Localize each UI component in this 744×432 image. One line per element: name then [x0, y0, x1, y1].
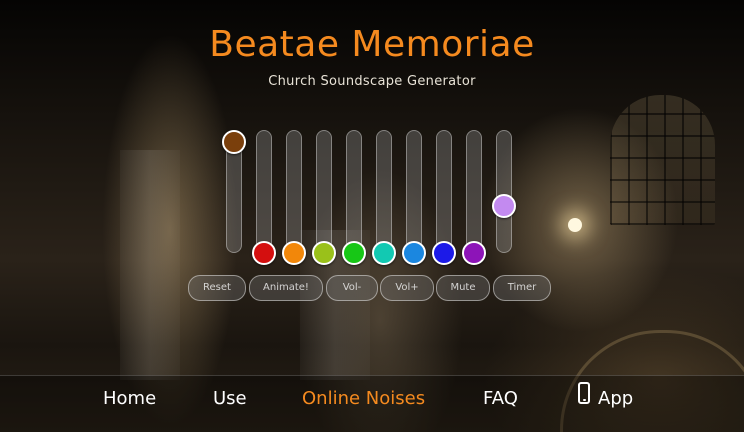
volume-slider-knob[interactable]	[432, 241, 456, 265]
app-title: Beatae Memoriae	[209, 24, 535, 65]
volume-slider-track[interactable]	[402, 130, 426, 265]
nav-faq[interactable]: FAQ	[483, 388, 518, 409]
animate-button[interactable]: Animate!	[249, 275, 323, 301]
reset-button[interactable]: Reset	[188, 275, 246, 301]
volume-up-button[interactable]: Vol+	[380, 275, 434, 301]
background-lamp	[568, 218, 582, 232]
phone-icon	[578, 382, 590, 404]
nav-home[interactable]: Home	[103, 388, 156, 409]
volume-slider-track[interactable]	[432, 130, 456, 265]
mute-button[interactable]: Mute	[436, 275, 490, 301]
volume-slider-knob[interactable]	[342, 241, 366, 265]
volume-slider-track[interactable]	[372, 130, 396, 265]
nav-app[interactable]: App	[598, 388, 633, 409]
volume-slider-track[interactable]	[462, 130, 486, 265]
volume-slider-track[interactable]	[282, 130, 306, 265]
volume-slider-track[interactable]	[252, 130, 276, 265]
volume-slider-track[interactable]	[312, 130, 336, 265]
volume-slider-track[interactable]	[492, 130, 516, 253]
volume-slider-knob[interactable]	[312, 241, 336, 265]
timer-button[interactable]: Timer	[493, 275, 551, 301]
app-subtitle: Church Soundscape Generator	[268, 74, 476, 89]
volume-slider-knob[interactable]	[492, 194, 516, 219]
page-background: Beatae Memoriae Church Soundscape Genera…	[0, 0, 744, 432]
volume-slider-knob[interactable]	[402, 241, 426, 265]
volume-slider-knob[interactable]	[282, 241, 306, 265]
volume-slider-knob[interactable]	[252, 241, 276, 265]
volume-slider-track[interactable]	[342, 130, 366, 265]
volume-slider-knob[interactable]	[372, 241, 396, 265]
volume-down-button[interactable]: Vol-	[326, 275, 378, 301]
volume-slider-track[interactable]	[222, 130, 246, 253]
background-column	[120, 150, 180, 380]
volume-slider-knob[interactable]	[222, 130, 246, 154]
volume-slider-knob[interactable]	[462, 241, 486, 265]
nav-online-noises[interactable]: Online Noises	[302, 388, 425, 409]
background-window	[610, 95, 715, 225]
nav-use[interactable]: Use	[213, 388, 247, 409]
